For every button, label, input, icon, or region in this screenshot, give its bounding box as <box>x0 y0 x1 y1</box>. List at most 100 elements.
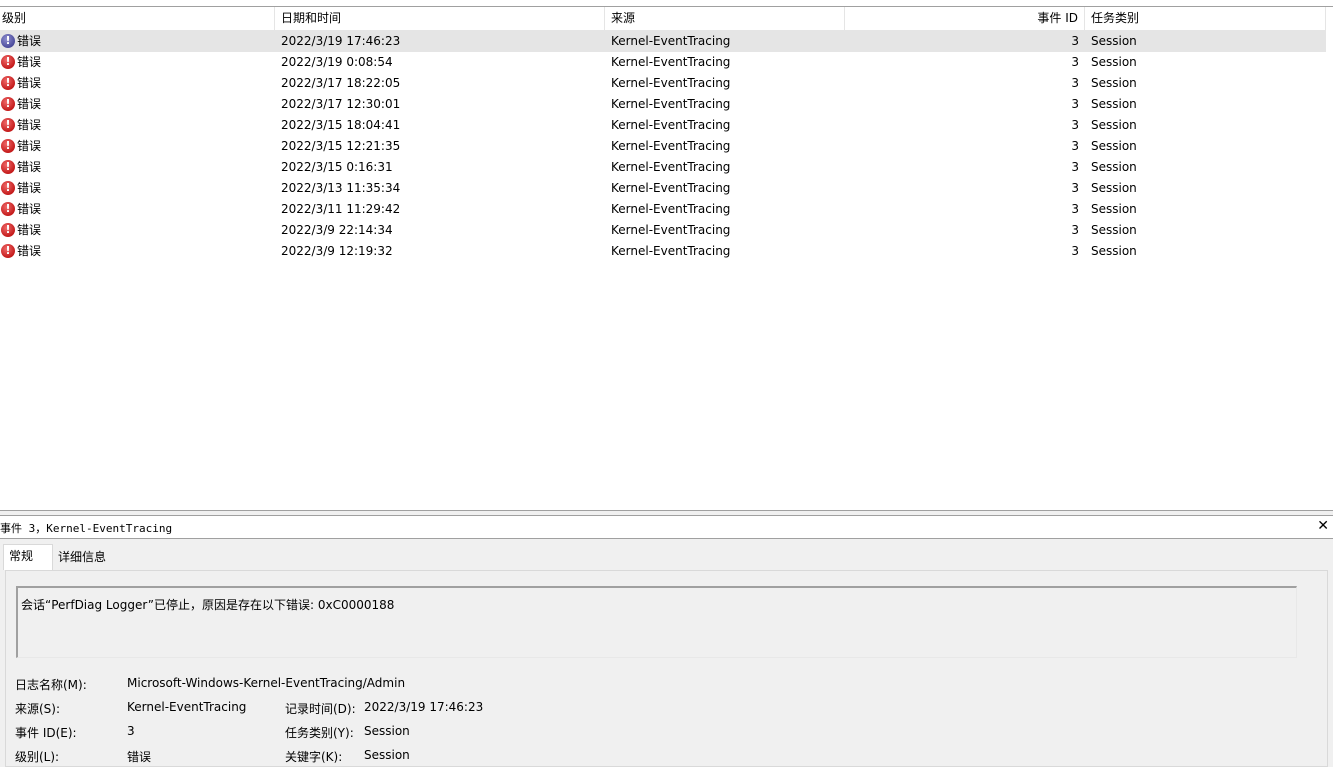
source-value[interactable]: Kernel-EventTracing <box>127 700 246 714</box>
cell-event-id: 3 <box>1071 139 1079 153</box>
level-label: 级别(L): <box>15 750 60 764</box>
column-header-level[interactable]: 级别 <box>0 7 275 30</box>
keywords-value[interactable]: Session <box>364 748 410 762</box>
cell-event-id: 3 <box>1071 76 1079 90</box>
cell-task: Session <box>1091 118 1137 132</box>
detail-title-bar: 事件 3，Kernel-EventTracing ✕ <box>0 516 1333 539</box>
table-row[interactable]: ! 错误 2022/3/15 12:21:35 Kernel-EventTracing… <box>0 136 1326 157</box>
error-icon: ! <box>1 118 15 132</box>
cell-datetime: 2022/3/9 12:19:32 <box>281 244 393 258</box>
cell-datetime: 2022/3/17 12:30:01 <box>281 97 401 111</box>
logged-label: 记录时间(D): <box>285 702 356 716</box>
cell-task: Session <box>1091 160 1137 174</box>
cell-task: Session <box>1091 97 1137 111</box>
cell-event-id: 3 <box>1071 118 1079 132</box>
cell-task: Session <box>1091 76 1137 90</box>
cell-source: Kernel-EventTracing <box>611 244 731 258</box>
error-icon: ! <box>1 181 15 195</box>
error-icon: ! <box>1 160 15 174</box>
cell-source: Kernel-EventTracing <box>611 181 731 195</box>
error-icon: ! <box>1 97 15 111</box>
cell-level: 错误 <box>17 34 42 48</box>
cell-event-id: 3 <box>1071 181 1079 195</box>
cell-datetime: 2022/3/15 12:21:35 <box>281 139 401 153</box>
cell-task: Session <box>1091 181 1137 195</box>
cell-datetime: 2022/3/13 11:35:34 <box>281 181 401 195</box>
cell-event-id: 3 <box>1071 97 1079 111</box>
table-row[interactable]: ! 错误 2022/3/19 17:46:23 Kernel-EventTracing… <box>0 31 1326 52</box>
cell-level: 错误 <box>17 55 42 69</box>
error-icon: ! <box>1 223 15 237</box>
cell-datetime: 2022/3/15 0:16:31 <box>281 160 393 174</box>
level-value[interactable]: 错误 <box>127 748 151 765</box>
table-row[interactable]: ! 错误 2022/3/17 18:22:05 Kernel-EventTracing… <box>0 73 1326 94</box>
cell-task: Session <box>1091 244 1137 258</box>
log-name-value[interactable]: Microsoft-Windows-Kernel-EventTracing/Ad… <box>127 676 405 690</box>
cell-datetime: 2022/3/17 18:22:05 <box>281 76 401 90</box>
error-icon: ! <box>1 202 15 216</box>
cell-datetime: 2022/3/15 18:04:41 <box>281 118 401 132</box>
table-row[interactable]: ! 错误 2022/3/15 18:04:41 Kernel-EventTracing… <box>0 115 1326 136</box>
table-row[interactable]: ! 错误 2022/3/15 0:16:31 Kernel-EventTracing 3… <box>0 157 1326 178</box>
event-id-value[interactable]: 3 <box>127 724 135 738</box>
cell-source: Kernel-EventTracing <box>611 55 731 69</box>
cell-source: Kernel-EventTracing <box>611 202 731 216</box>
cell-level: 错误 <box>17 76 42 90</box>
logged-value[interactable]: 2022/3/19 17:46:23 <box>364 700 483 714</box>
event-id-label: 事件 ID(E): <box>15 726 77 740</box>
task-label: 任务类别(Y): <box>285 726 354 740</box>
column-header-row: 级别 日期和时间 来源 事件 ID 任务类别 <box>0 7 1326 31</box>
cell-task: Session <box>1091 223 1137 237</box>
cell-level: 错误 <box>17 244 42 258</box>
cell-event-id: 3 <box>1071 202 1079 216</box>
column-header-datetime[interactable]: 日期和时间 <box>275 7 605 30</box>
table-row[interactable]: ! 错误 2022/3/13 11:35:34 Kernel-EventTracing… <box>0 178 1326 199</box>
task-value[interactable]: Session <box>364 724 410 738</box>
cell-task: Session <box>1091 34 1137 48</box>
cell-datetime: 2022/3/19 17:46:23 <box>281 34 401 48</box>
log-name-label: 日志名称(M): <box>15 678 87 692</box>
close-icon[interactable]: ✕ <box>1317 518 1329 534</box>
detail-title: 事件 3，Kernel-EventTracing <box>0 522 173 535</box>
cell-level: 错误 <box>17 160 42 174</box>
cell-source: Kernel-EventTracing <box>611 223 731 237</box>
source-label: 来源(S): <box>15 702 61 716</box>
table-row[interactable]: ! 错误 2022/3/9 22:14:34 Kernel-EventTracing 3… <box>0 220 1326 241</box>
cell-task: Session <box>1091 139 1137 153</box>
table-row[interactable]: ! 错误 2022/3/17 12:30:01 Kernel-EventTracing… <box>0 94 1326 115</box>
cell-source: Kernel-EventTracing <box>611 139 731 153</box>
cell-task: Session <box>1091 55 1137 69</box>
keywords-label: 关键字(K): <box>285 750 343 764</box>
event-detail-pane: 事件 3，Kernel-EventTracing ✕ 常规 详细信息 会话“Pe… <box>0 516 1333 767</box>
cell-level: 错误 <box>17 223 42 237</box>
table-row[interactable]: ! 错误 2022/3/19 0:08:54 Kernel-EventTracing 3… <box>0 52 1326 73</box>
cell-datetime: 2022/3/9 22:14:34 <box>281 223 393 237</box>
cell-source: Kernel-EventTracing <box>611 34 731 48</box>
event-message-box[interactable]: 会话“PerfDiag Logger”已停止，原因是存在以下错误: 0xC000… <box>16 586 1297 658</box>
column-header-task[interactable]: 任务类别 <box>1085 7 1326 30</box>
cell-level: 错误 <box>17 181 42 195</box>
table-row[interactable]: ! 错误 2022/3/9 12:19:32 Kernel-EventTracing 3… <box>0 241 1326 262</box>
event-message: 会话“PerfDiag Logger”已停止，原因是存在以下错误: 0xC000… <box>21 598 395 612</box>
error-icon: ! <box>1 34 15 48</box>
tab-general[interactable]: 常规 <box>3 544 53 570</box>
top-border <box>0 0 1333 7</box>
error-icon: ! <box>1 76 15 90</box>
column-header-event-id[interactable]: 事件 ID <box>845 7 1085 30</box>
cell-level: 错误 <box>17 118 42 132</box>
error-icon: ! <box>1 139 15 153</box>
cell-level: 错误 <box>17 97 42 111</box>
cell-event-id: 3 <box>1071 244 1079 258</box>
event-list[interactable]: 级别 日期和时间 来源 事件 ID 任务类别 ! 错误 2022/3/19 17:4… <box>0 7 1326 509</box>
cell-event-id: 3 <box>1071 55 1079 69</box>
table-row[interactable]: ! 错误 2022/3/11 11:29:42 Kernel-EventTracing… <box>0 199 1326 220</box>
cell-source: Kernel-EventTracing <box>611 97 731 111</box>
cell-source: Kernel-EventTracing <box>611 160 731 174</box>
column-header-source[interactable]: 来源 <box>605 7 845 30</box>
cell-task: Session <box>1091 202 1137 216</box>
tab-details[interactable]: 详细信息 <box>53 546 111 570</box>
cell-datetime: 2022/3/11 11:29:42 <box>281 202 401 216</box>
cell-event-id: 3 <box>1071 223 1079 237</box>
cell-source: Kernel-EventTracing <box>611 76 731 90</box>
cell-datetime: 2022/3/19 0:08:54 <box>281 55 393 69</box>
